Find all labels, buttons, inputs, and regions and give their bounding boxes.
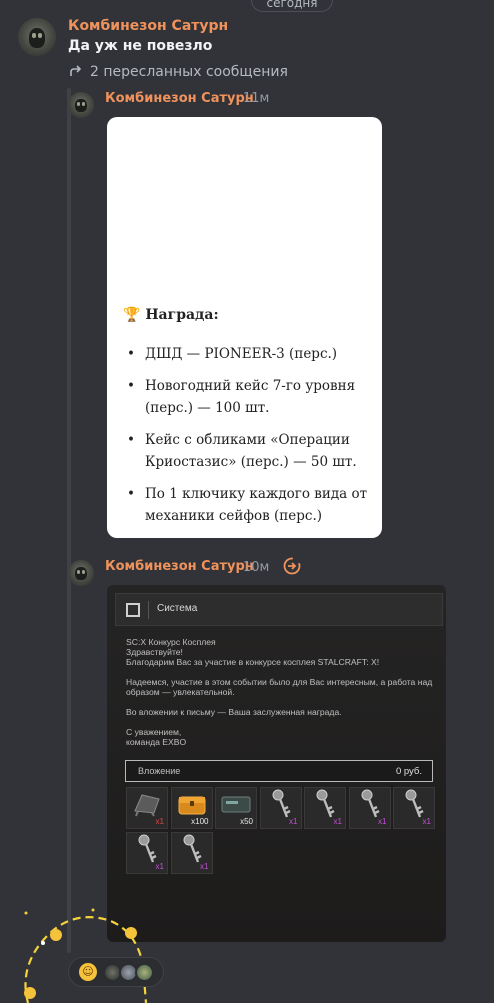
inventory-slot[interactable]: x1 bbox=[170, 832, 213, 874]
slot-quantity: x1 bbox=[422, 817, 431, 826]
reward-heading: 🏆 Награда: bbox=[123, 307, 219, 323]
inventory-slot[interactable]: x1 bbox=[348, 787, 391, 829]
avatar[interactable] bbox=[68, 92, 94, 118]
reactor-avatar bbox=[135, 963, 154, 982]
game-mail-screenshot[interactable]: Система SC:X Конкурс Косплея Здравствуйт… bbox=[107, 585, 446, 942]
reaction-pill[interactable]: ☺ bbox=[68, 957, 164, 987]
forward-icon bbox=[68, 63, 84, 83]
mail-window-title: Система bbox=[157, 603, 198, 614]
slot-quantity: x1 bbox=[155, 817, 164, 826]
inventory-slot[interactable]: x1 bbox=[126, 787, 168, 829]
container-icon bbox=[220, 793, 252, 819]
reward-card[interactable]: 🏆 Награда: ДШД — PIONEER-3 (перс.) Новог… bbox=[107, 117, 382, 538]
slot-quantity: x1 bbox=[200, 862, 209, 871]
list-item: Новогодний кейс 7-го уровня (перс.) — 10… bbox=[123, 375, 373, 419]
laughing-emoji-icon: ☺ bbox=[79, 963, 97, 981]
forward-thread-line bbox=[67, 88, 71, 953]
forwarded-author-name[interactable]: Комбинезон Сатурн bbox=[105, 559, 254, 574]
slot-quantity: x100 bbox=[191, 817, 209, 826]
avatar[interactable] bbox=[68, 560, 94, 586]
list-item: ДШД — PIONEER-3 (перс.) bbox=[123, 343, 373, 365]
slot-quantity: x1 bbox=[333, 817, 342, 826]
reaction-burst-effect bbox=[24, 908, 148, 1003]
timestamp: 11м bbox=[243, 91, 270, 106]
mail-window-header: Система bbox=[115, 593, 443, 626]
attachment-row: Вложение 0 руб. bbox=[125, 760, 433, 782]
timestamp: 10м bbox=[243, 560, 270, 575]
slot-quantity: x1 bbox=[378, 817, 387, 826]
inventory-slot[interactable]: x50 bbox=[215, 787, 257, 829]
author-name[interactable]: Комбинезон Сатурн bbox=[68, 18, 228, 34]
reward-list: ДШД — PIONEER-3 (перс.) Новогодний кейс … bbox=[123, 343, 373, 537]
slot-quantity: x1 bbox=[289, 817, 298, 826]
inventory-slot[interactable]: x1 bbox=[393, 787, 435, 829]
list-item: По 1 ключику каждого вида от механики се… bbox=[123, 483, 373, 527]
box-icon bbox=[126, 603, 140, 617]
jump-to-message-icon[interactable] bbox=[282, 556, 302, 580]
message-text: Да уж не повезло bbox=[68, 38, 213, 54]
inventory-slot[interactable]: x1 bbox=[126, 832, 168, 874]
mail-body: SC:X Конкурс Косплея Здравствуйте! Благо… bbox=[126, 637, 433, 747]
avatar[interactable] bbox=[18, 18, 56, 56]
list-item: Кейс с обликами «Операции Криостазис» (п… bbox=[123, 429, 373, 473]
trophy-icon: 🏆 bbox=[123, 307, 141, 323]
inventory-slot[interactable]: x1 bbox=[259, 787, 302, 829]
inventory-slot[interactable]: x1 bbox=[304, 787, 346, 829]
inventory-slot[interactable]: x100 bbox=[170, 787, 213, 829]
attachment-value: 0 руб. bbox=[395, 766, 422, 777]
attachment-label: Вложение bbox=[138, 766, 181, 776]
forward-label[interactable]: 2 пересланных сообщения bbox=[90, 64, 288, 80]
date-divider: сегодня bbox=[251, 0, 333, 12]
forwarded-author-name[interactable]: Комбинезон Сатурн bbox=[105, 91, 254, 106]
slot-quantity: x1 bbox=[155, 862, 164, 871]
slot-quantity: x50 bbox=[240, 817, 253, 826]
